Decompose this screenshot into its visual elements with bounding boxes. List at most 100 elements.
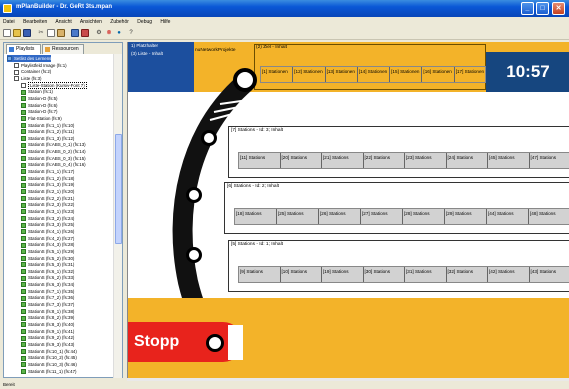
station-cell[interactable]: [43] Stations — [530, 267, 569, 282]
station-cell[interactable]: [45] Stations — [488, 153, 530, 168]
paste-icon[interactable] — [57, 29, 65, 37]
stop-white-tab — [228, 325, 243, 360]
menu-zubehoer[interactable]: Zubehör — [110, 19, 129, 25]
tree-node-label: StationS (fs:4_1) (fs:26) — [28, 228, 75, 234]
tree-node-label: StationS (fs:1_2) (fs:11) — [28, 129, 75, 135]
station-cell[interactable]: [20] Stations — [281, 153, 322, 168]
maximize-button[interactable]: □ — [536, 2, 549, 15]
tab-ressourcen[interactable]: Ressourcen — [42, 44, 84, 54]
copy-icon[interactable] — [47, 29, 55, 37]
tree-node-label: StationS (fs:8_2) (fs:39) — [28, 315, 75, 321]
zoom-icon[interactable]: ⚙ — [95, 29, 103, 37]
station-cell[interactable]: [23] Stations — [405, 153, 447, 168]
tree-node[interactable]: StationS (fs:11_1) (fs:47) — [21, 368, 76, 375]
tree-node-label: StationS (fs:1_3) (fs:19) — [28, 182, 75, 188]
station-icon — [21, 289, 26, 295]
station-icon — [21, 355, 26, 361]
tree-node-label: StationS (fs:ABS_0_4) (fs:16) — [28, 162, 86, 168]
open-icon[interactable] — [13, 29, 21, 37]
station-cell[interactable]: [22] Stations — [364, 153, 405, 168]
tree-node-label: StationS (fs:6_2) (fs:33) — [28, 275, 75, 281]
station-icon — [21, 122, 26, 128]
station-cell[interactable]: [28] Stations — [403, 209, 445, 224]
minimize-button[interactable]: _ — [521, 2, 534, 15]
station-cell[interactable]: [32] Stations — [447, 267, 488, 282]
station-icon — [21, 269, 26, 275]
help-icon[interactable]: ? — [127, 29, 135, 37]
station-icon — [21, 295, 26, 301]
station-cell[interactable]: [26] Stations — [319, 209, 361, 224]
element-icon — [14, 69, 19, 75]
station-cell[interactable]: [18] Stations — [235, 209, 277, 224]
close-button[interactable]: ✕ — [552, 2, 565, 15]
tree-node-label: StationS (fs:7_1) (fs:35) — [28, 288, 75, 294]
tree-node-label: StationS (fs:1_2) (fs:18) — [28, 175, 75, 181]
station-cell[interactable]: [29] Stations — [445, 209, 487, 224]
station-icon — [21, 348, 26, 354]
tree-node-label: StationS (fs:3_2) (fs:24) — [28, 215, 75, 221]
menu-bearbeiten[interactable]: Bearbeiten — [23, 19, 47, 25]
tree-node-label: StationS (fs:4_3) (fs:28) — [28, 242, 75, 248]
station-cell[interactable]: [11] Stations — [239, 153, 281, 168]
tree-node-label: StationS (fs:10_3) (fs:46) — [28, 361, 77, 367]
station-icon — [21, 342, 26, 348]
station-cell[interactable]: [25] Stations — [277, 209, 319, 224]
station-icon — [21, 129, 26, 135]
menu-datei[interactable]: Datei — [3, 19, 15, 25]
save-icon[interactable] — [23, 29, 31, 37]
stop-icon[interactable]: ● — [115, 29, 123, 37]
refresh-icon[interactable]: ⊗ — [105, 29, 113, 37]
station-cell[interactable]: [10] Stations — [281, 267, 322, 282]
tree-scrollbar[interactable] — [113, 54, 122, 378]
tree-node-label: StationS (fs:5_2) (fs:30) — [28, 255, 75, 261]
settings-icon[interactable] — [81, 29, 89, 37]
station-icon — [21, 229, 26, 235]
menu-ansicht[interactable]: Ansicht — [55, 19, 71, 25]
station-strip: [11] Stations [20] Stations [21] Stations[… — [238, 152, 569, 169]
station-cell[interactable]: [19] Stations — [322, 267, 364, 282]
station-cell[interactable]: [27] Stations — [361, 209, 403, 224]
station-cell[interactable]: [48] Stations — [529, 209, 569, 224]
menu-hilfe[interactable]: Hilfe — [160, 19, 170, 25]
station-cell[interactable]: [31] Stations — [405, 267, 447, 282]
playlist-panel: Playlists Ressourcen Setlist des Lernens… — [3, 42, 123, 378]
playlist-icon — [7, 56, 12, 62]
cut-icon[interactable]: ✂ — [37, 29, 45, 37]
stop-circle-icon — [206, 334, 224, 352]
status-bar: Bereit — [0, 381, 569, 389]
tab-ressourcen-label: Ressourcen — [52, 46, 79, 52]
tree-node-label: Station-D (fs:7) — [28, 109, 58, 115]
station-cell[interactable]: [9] Stations — [239, 267, 281, 282]
tree-node-label: StationS (fs:10_2) (fs:45) — [28, 355, 77, 361]
station-icon — [21, 89, 26, 95]
tab-playlists[interactable]: Playlists — [6, 44, 41, 54]
station-cell[interactable]: [42] Stations — [488, 267, 530, 282]
tree-node-label: StationS (fs:3_1) (fs:23) — [28, 208, 75, 214]
station-cell[interactable]: [44] Stations — [487, 209, 529, 224]
tree-node-label: StationS (fs:2_1) (fs:20) — [28, 189, 75, 194]
station-icon — [21, 322, 26, 328]
station-cell[interactable]: [24] Stations — [447, 153, 488, 168]
stop-banner[interactable]: Stopp — [128, 310, 247, 364]
tree-node-label: StationS (fs:1_3) (fs:12) — [28, 135, 75, 141]
scrollbar-thumb[interactable] — [115, 134, 122, 244]
station-cell[interactable]: [30] Stations — [364, 267, 405, 282]
station-icon — [21, 335, 26, 341]
station-icon — [21, 282, 26, 288]
menu-debug[interactable]: Debug — [137, 19, 152, 25]
station-cell[interactable]: [21] Stations — [322, 153, 364, 168]
menu-bar: Datei Bearbeiten Ansicht Ansichten Zubeh… — [0, 17, 569, 27]
application-window: mPlanBuilder - Dr. GeRt 3ts.mpan _ □ ✕ D… — [0, 0, 569, 389]
element-icon — [14, 76, 19, 82]
new-icon[interactable] — [3, 29, 11, 37]
tree-node-label: StationS (fs:5_3) (fs:31) — [28, 262, 75, 268]
tree-node-label: StationS (fs:6_3) (fs:34) — [28, 282, 75, 288]
station-cell[interactable]: [47] Stations — [530, 153, 569, 168]
layout-icon[interactable] — [71, 29, 79, 37]
station-icon — [21, 215, 26, 221]
station-icon — [21, 275, 26, 281]
window-title: mPlanBuilder - Dr. GeRt 3ts.mpan — [16, 4, 113, 10]
current-stop-circle — [233, 68, 257, 92]
menu-ansichten[interactable]: Ansichten — [80, 19, 102, 25]
station-icon — [21, 262, 26, 268]
